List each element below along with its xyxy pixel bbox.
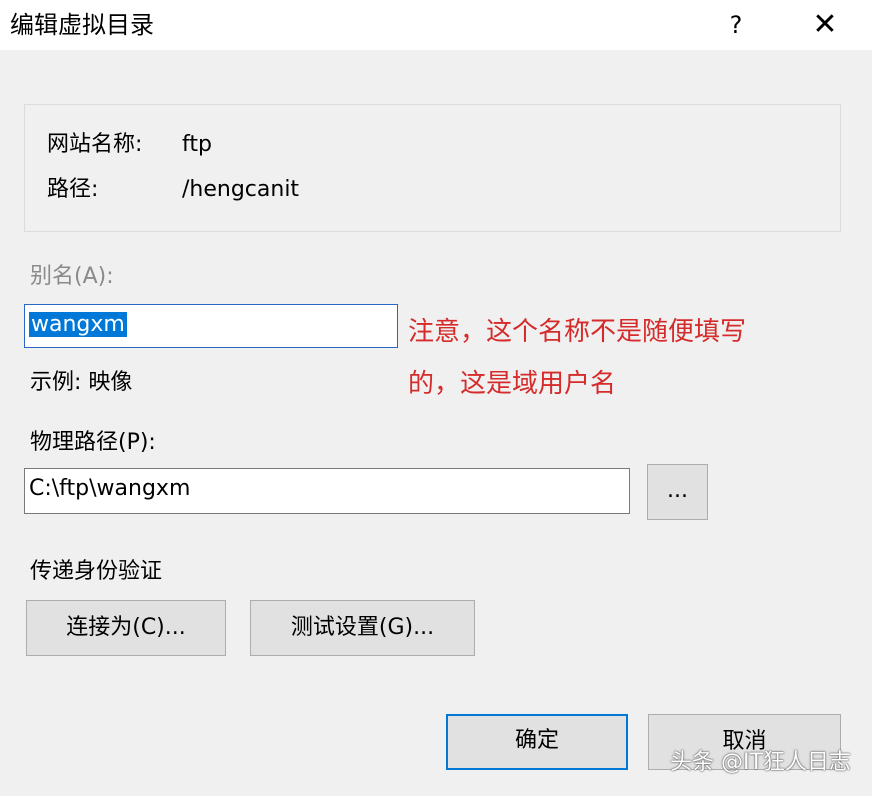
path-value: /hengcanit bbox=[182, 177, 300, 202]
alias-example-text: 示例: 映像 bbox=[30, 370, 133, 395]
alias-input-selected-text: wangxm bbox=[29, 312, 127, 337]
test-settings-button[interactable]: 测试设置(G)... bbox=[250, 600, 475, 656]
site-name-value: ftp bbox=[182, 132, 212, 157]
physical-path-label: 物理路径(P): bbox=[30, 430, 156, 455]
path-row: 路径: /hengcanit bbox=[47, 175, 299, 205]
edit-virtual-directory-dialog: 编辑虚拟目录 ? ✕ 网站名称: ftp 路径: /hengcanit 别名(A):… bbox=[0, 0, 872, 796]
red-annotation: 注意，这个名称不是随便填写 的，这是域用户名 bbox=[408, 306, 828, 410]
close-button[interactable]: ✕ bbox=[800, 5, 850, 45]
site-name-label: 网站名称: bbox=[47, 132, 143, 157]
question-mark-icon: ? bbox=[729, 11, 743, 39]
path-label: 路径: bbox=[47, 177, 99, 202]
physical-path-input[interactable]: C:\ftp\wangxm bbox=[24, 468, 630, 514]
alias-input[interactable]: wangxm bbox=[24, 304, 398, 348]
connect-as-button[interactable]: 连接为(C)... bbox=[26, 600, 226, 656]
alias-label: 别名(A): bbox=[30, 264, 114, 289]
close-icon: ✕ bbox=[812, 7, 838, 42]
ok-button[interactable]: 确定 bbox=[446, 714, 628, 770]
watermark-text: 头条 @IT狂人日志 bbox=[670, 750, 851, 775]
annotation-line-1: 注意，这个名称不是随便填写 bbox=[408, 317, 747, 347]
annotation-line-2: 的，这是域用户名 bbox=[408, 369, 617, 399]
help-button[interactable]: ? bbox=[712, 5, 760, 45]
browse-button[interactable]: ... bbox=[647, 464, 708, 520]
title-bar: 编辑虚拟目录 ? ✕ bbox=[0, 0, 872, 50]
site-name-row: 网站名称: ftp bbox=[47, 130, 212, 160]
pass-through-auth-label: 传递身份验证 bbox=[30, 559, 163, 584]
site-info-panel: 网站名称: ftp 路径: /hengcanit bbox=[24, 104, 841, 232]
dialog-title: 编辑虚拟目录 bbox=[10, 11, 154, 39]
